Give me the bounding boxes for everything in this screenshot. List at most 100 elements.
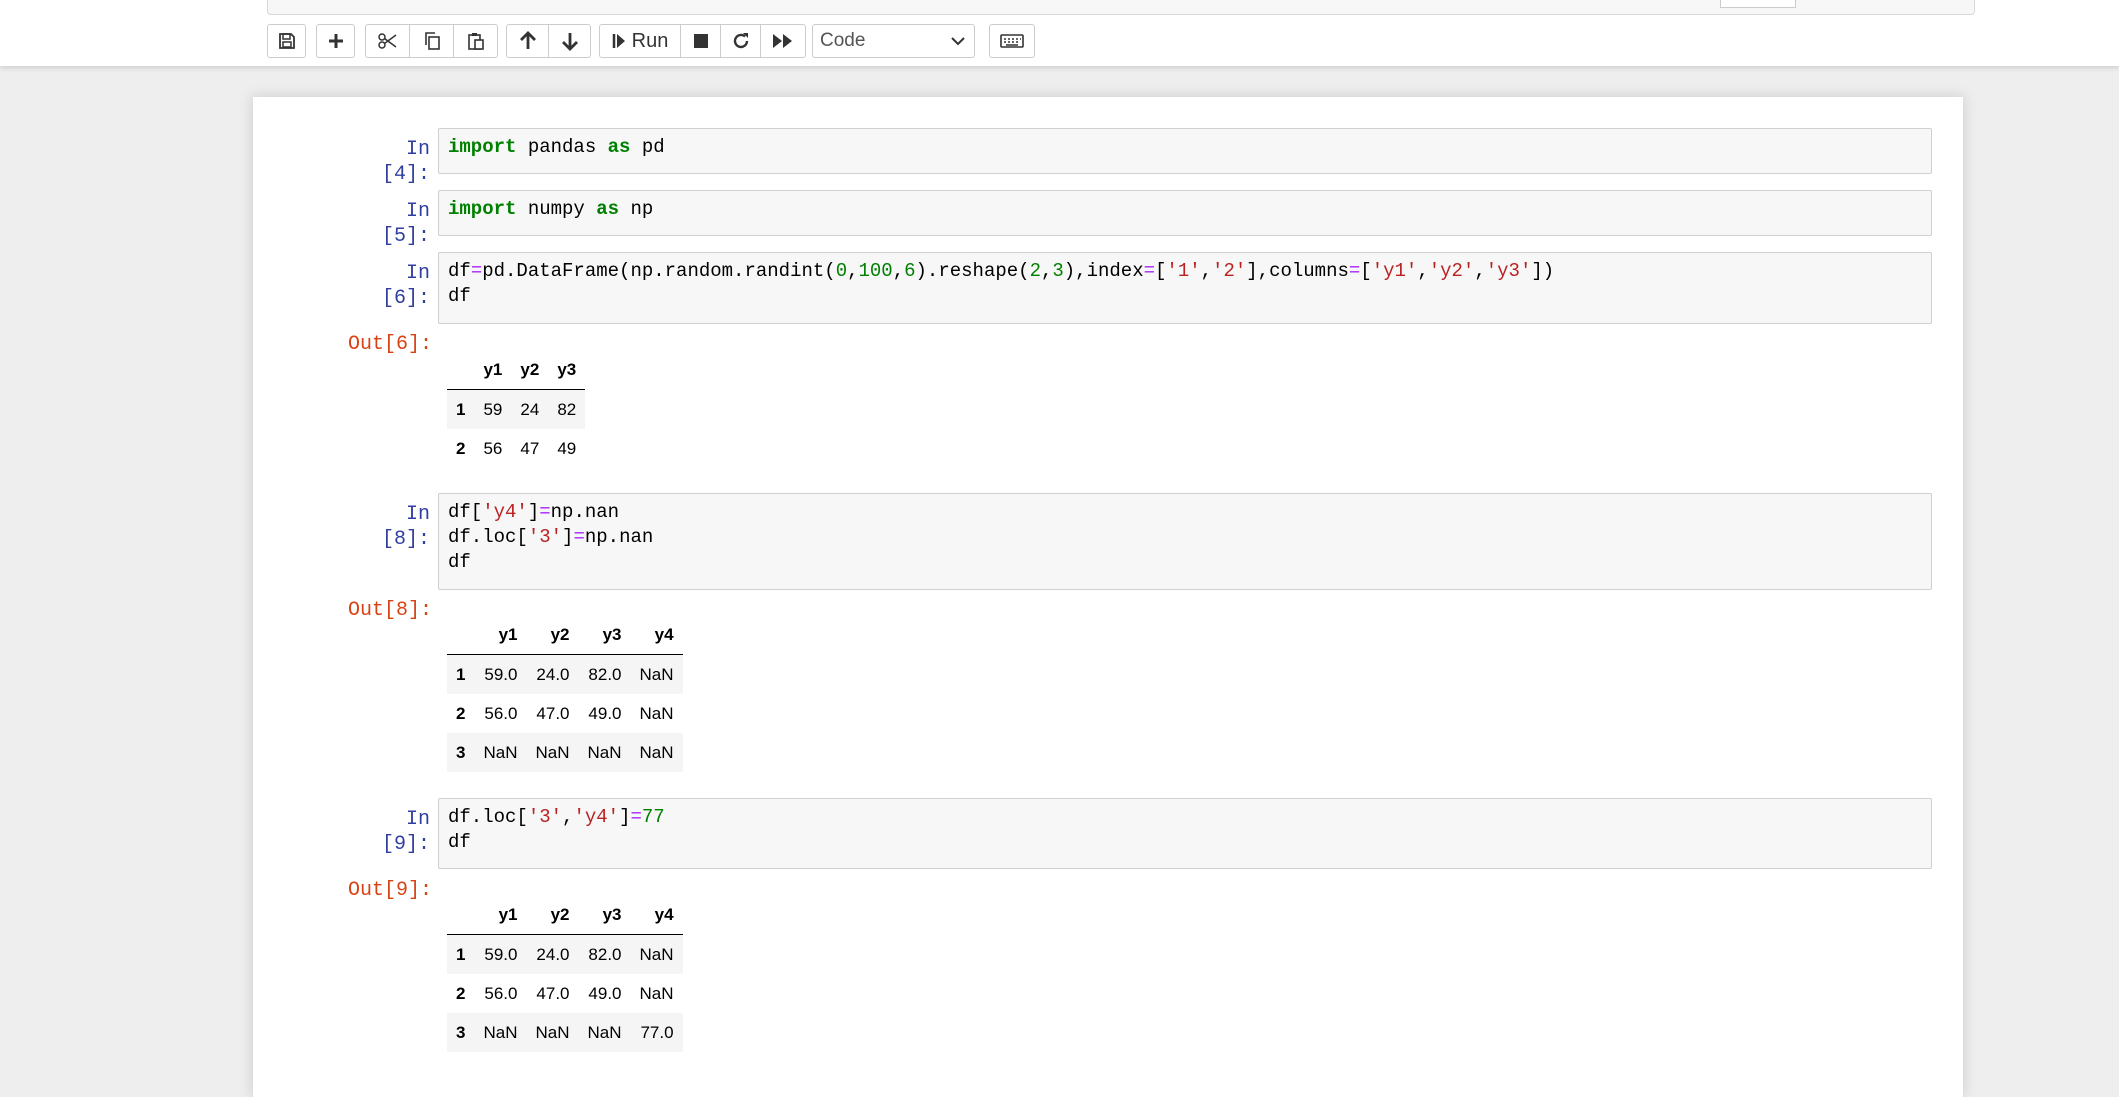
- arrow-up-icon: [519, 31, 536, 49]
- code-token: pd.DataFrame(np.random.randint(: [482, 260, 836, 282]
- code-token: 'y4': [573, 806, 620, 828]
- run-button[interactable]: Run: [599, 24, 681, 58]
- table-header-row: y1 y2 y3 y4: [447, 895, 683, 935]
- table-cell: 24.0: [536, 664, 570, 684]
- code-token: np.nan: [550, 501, 620, 523]
- command-palette-button[interactable]: [989, 24, 1035, 58]
- code-cell-input[interactable]: df['y4']=np.nan df.loc['3']=np.nan df: [438, 493, 1932, 590]
- table-cell: 56.0: [484, 703, 518, 723]
- code-token: df: [448, 831, 471, 853]
- table-cell: 47.0: [536, 703, 570, 723]
- code-token: [: [1155, 260, 1167, 282]
- column-header: y3: [548, 350, 586, 390]
- code-token: =: [1348, 260, 1361, 282]
- table-cell: NaN: [587, 742, 622, 762]
- column-header: y3: [578, 615, 631, 655]
- index-header: [447, 350, 475, 390]
- code-token: ),index: [1063, 260, 1144, 282]
- code-token: '3': [527, 806, 563, 828]
- code-token: ]): [1531, 260, 1555, 282]
- column-header: y3: [578, 895, 631, 935]
- column-header: y2: [526, 895, 579, 935]
- code-line: df: [448, 830, 1922, 855]
- table-cell: 82.0: [588, 944, 622, 964]
- move-down-button[interactable]: [549, 24, 591, 58]
- code-token: ,: [1417, 260, 1429, 282]
- code-line: df['y4']=np.nan: [448, 500, 1922, 525]
- table-cell: 56.0: [484, 983, 518, 1003]
- code-cell-input[interactable]: df=pd.DataFrame(np.random.randint(0,100,…: [438, 252, 1932, 324]
- input-prompt: In [4]:: [381, 138, 430, 186]
- fast-forward-icon: [773, 34, 792, 48]
- column-header: y2: [526, 615, 579, 655]
- step-forward-icon: [612, 34, 625, 48]
- code-line: df.loc['3','y4']=77: [448, 805, 1922, 830]
- code-token: as: [596, 198, 620, 220]
- row-index: 3: [456, 742, 466, 762]
- save-button[interactable]: [267, 24, 306, 58]
- output-prompt: Out[8]:: [348, 599, 433, 622]
- insert-cell-button[interactable]: [316, 24, 355, 58]
- row-index: 3: [456, 1022, 466, 1042]
- dataframe-output: y1 y2 y3 y4 1 59.0 24.0 82.0 NaN 2 56.0 47.0 49.0 NaN…: [447, 615, 683, 772]
- interrupt-button[interactable]: [681, 24, 721, 58]
- code-token: =: [630, 806, 642, 828]
- table-row: 1 59.0 24.0 82.0 NaN: [447, 654, 683, 694]
- code-token: =: [470, 260, 483, 282]
- code-token: 'y1': [1371, 260, 1418, 282]
- copy-icon: [424, 32, 440, 50]
- table-cell: NaN: [535, 742, 570, 762]
- row-index: 1: [456, 664, 466, 684]
- output-prompt: Out[9]:: [348, 879, 433, 902]
- table-cell: 59.0: [484, 664, 518, 684]
- arrow-down-icon: [561, 33, 578, 51]
- input-prompt: In [6]:: [381, 262, 430, 310]
- code-token: import: [448, 136, 517, 158]
- table-cell: NaN: [639, 703, 674, 723]
- code-token: np.nan: [584, 526, 654, 548]
- table-row: 2 56.0 47.0 49.0 NaN: [447, 694, 683, 733]
- code-token: df: [448, 551, 471, 573]
- code-line: df: [448, 550, 1922, 575]
- table-header-row: y1 y2 y3: [447, 350, 586, 390]
- code-token: '3': [527, 526, 563, 548]
- code-cell-input[interactable]: df.loc['3','y4']=77 df: [438, 798, 1932, 869]
- code-token: import: [448, 198, 517, 220]
- toolbar: Run Code: [0, 0, 2119, 66]
- code-line: df: [448, 284, 1922, 309]
- table-cell: 47.0: [536, 983, 570, 1003]
- code-token: 2: [1029, 260, 1041, 282]
- restart-button[interactable]: [721, 24, 761, 58]
- cell-type-select[interactable]: Code: [812, 24, 975, 58]
- copy-button[interactable]: [410, 24, 454, 58]
- code-token: ,: [1040, 260, 1053, 282]
- table-row: 2 56.0 47.0 49.0 NaN: [447, 974, 683, 1013]
- code-token: '1': [1166, 260, 1201, 282]
- code-cell-input[interactable]: import numpy as np: [438, 190, 1932, 236]
- paste-button[interactable]: [454, 24, 498, 58]
- table-cell: 49: [557, 438, 577, 458]
- table-cell: 56: [483, 438, 503, 458]
- code-token: 100: [858, 260, 893, 282]
- code-line: df.loc['3']=np.nan: [448, 525, 1922, 550]
- index-header: [447, 895, 475, 935]
- scissors-icon: [377, 33, 396, 49]
- code-token: ,: [892, 260, 905, 282]
- code-token: np: [619, 198, 654, 220]
- code-cell-input[interactable]: import pandas as pd: [438, 128, 1932, 174]
- dataframe-output: y1 y2 y3 y4 1 59.0 24.0 82.0 NaN 2 56.0 47.0 49.0 NaN…: [447, 895, 683, 1052]
- code-token: 'y4': [482, 501, 528, 523]
- table-cell: 49.0: [588, 983, 622, 1003]
- table-row: 2 56 47 49: [447, 429, 585, 468]
- table-row: 3 NaN NaN NaN 77.0: [447, 1013, 683, 1052]
- move-up-button[interactable]: [506, 24, 549, 58]
- table-cell: NaN: [639, 742, 674, 762]
- output-prompt: Out[6]:: [348, 333, 433, 356]
- code-token: ]: [562, 526, 574, 548]
- code-line: df=pd.DataFrame(np.random.randint(0,100,…: [448, 259, 1922, 284]
- restart-run-all-button[interactable]: [761, 24, 806, 58]
- cut-button[interactable]: [365, 24, 410, 58]
- table-cell: 59: [483, 399, 503, 419]
- row-index: 1: [456, 944, 466, 964]
- table-cell: NaN: [535, 1022, 570, 1042]
